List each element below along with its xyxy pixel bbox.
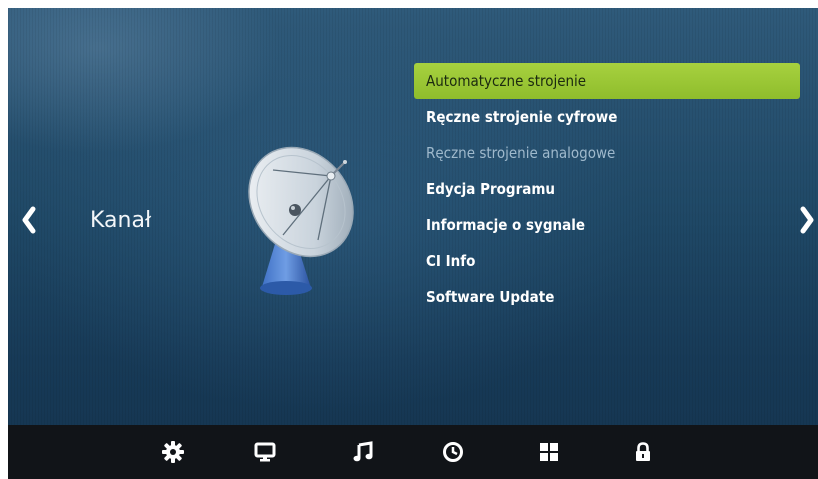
tab-time[interactable] (438, 437, 468, 467)
menu-item-signal-info[interactable]: Informacje o sygnale (414, 207, 800, 243)
previous-category-button[interactable] (14, 200, 44, 240)
tab-sound[interactable] (348, 437, 378, 467)
monitor-icon (254, 442, 276, 462)
grid-icon (540, 443, 558, 461)
chevron-left-icon (22, 206, 36, 234)
chevron-right-icon (800, 206, 814, 234)
satellite-dish-icon (248, 146, 354, 295)
bottom-tab-bar (8, 425, 818, 479)
menu-item-auto-tuning[interactable]: Automatyczne strojenie (414, 63, 800, 99)
tab-apps[interactable] (534, 437, 564, 467)
tab-picture[interactable] (250, 437, 280, 467)
tab-lock[interactable] (628, 437, 658, 467)
gear-icon (162, 441, 184, 463)
menu-item-manual-digital-tuning[interactable]: Ręczne strojenie cyfrowe (414, 99, 800, 135)
tab-settings[interactable] (158, 437, 188, 467)
lock-icon (636, 442, 650, 461)
menu-item-program-edit[interactable]: Edycja Programu (414, 171, 800, 207)
tuning-menu: Automatyczne strojenie Ręczne strojenie … (414, 63, 800, 315)
category-title: Kanał (90, 208, 152, 233)
menu-item-manual-analog-tuning[interactable]: Ręczne strojenie analogowe (414, 135, 800, 171)
music-icon (353, 441, 373, 462)
menu-item-ci-info[interactable]: CI Info (414, 243, 800, 279)
menu-item-software-update[interactable]: Software Update (414, 279, 800, 315)
tv-settings-screen: Kanał Automatyczne strojenie Ręczne stro… (8, 8, 818, 479)
clock-icon (443, 442, 463, 462)
